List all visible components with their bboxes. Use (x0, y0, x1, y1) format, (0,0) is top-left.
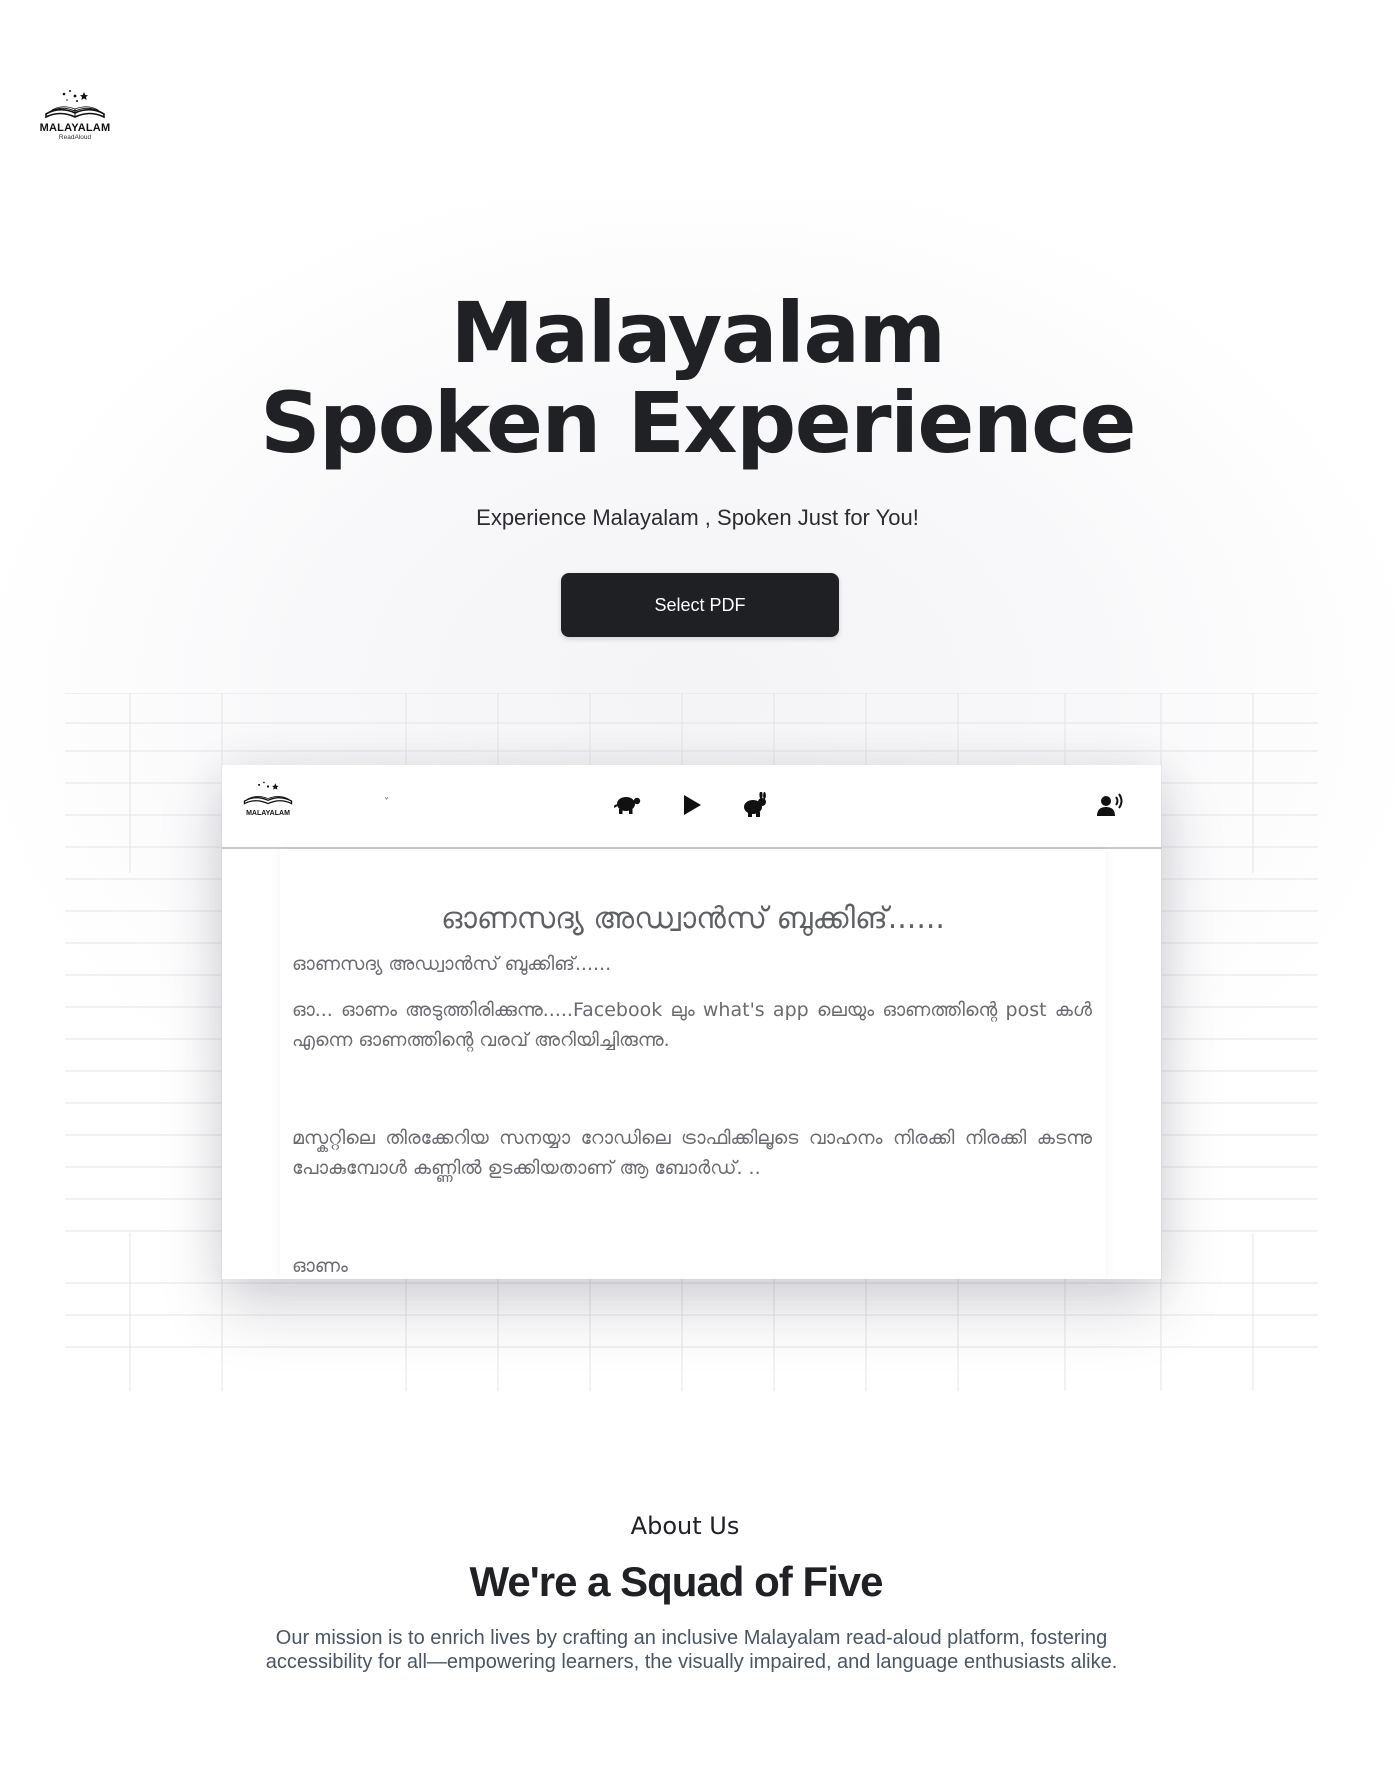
preview-logo-brand: MALAYALAM (246, 810, 290, 817)
chevron-down-icon[interactable]: ˅ (384, 797, 389, 808)
hero-title: Malayalam Spoken Experience (0, 288, 1395, 468)
document-paragraph: ഓ... ഓണം അടുത്തിരിക്കുന്നു.....Facebook … (292, 999, 1092, 1051)
play-icon[interactable] (676, 789, 708, 821)
document-paragraph: ഓണം (292, 1255, 348, 1277)
voice-icon[interactable] (1094, 789, 1126, 821)
preview-logo[interactable]: MALAYALAM (242, 780, 294, 832)
preview-toolbar: MALAYALAM ˅ (222, 765, 1161, 849)
hero-title-line1: Malayalam (450, 284, 946, 382)
hero-tagline: Experience Malayalam , Spoken Just for Y… (476, 505, 919, 530)
hero-title-line2: Spoken Experience (260, 374, 1136, 472)
rabbit-icon[interactable] (738, 789, 770, 821)
select-pdf-button[interactable]: Select PDF (561, 573, 839, 637)
logo-sub-text: ReadAloud (58, 134, 92, 141)
site-logo[interactable]: MALAYALAM ReadAloud (36, 88, 114, 156)
document-subtitle: ഓണസദ്യ അഡ്വാൻസ് ബുക്കിങ്...... (292, 953, 612, 975)
mission-text: Our mission is to enrich lives by crafti… (265, 1627, 1118, 1673)
open-book-icon (243, 781, 293, 805)
logo-brand-text: MALAYALAM (39, 122, 111, 134)
document-title: ഓണസദ്യ അഡ്വാൻസ് ബുക്കിങ്...... (441, 901, 945, 936)
about-title: We're a Squad of Five (469, 1558, 884, 1605)
document-page: ഓണസദ്യ അഡ്വാൻസ് ബുക്കിങ്...... ഓണസദ്യ അഡ… (280, 849, 1106, 1279)
document-paragraph: മസ്കറ്റിലെ തിരക്കേറിയ സനയ്യാ റോഡിലെ ട്രാ… (292, 1127, 1092, 1179)
open-book-icon (45, 90, 105, 119)
app-preview: MALAYALAM ˅ ഓണസദ്യ അഡ്വാൻസ് ബുക്കിങ്....… (222, 765, 1161, 1279)
turtle-icon[interactable] (612, 789, 644, 821)
about-label: About Us (630, 1512, 740, 1540)
